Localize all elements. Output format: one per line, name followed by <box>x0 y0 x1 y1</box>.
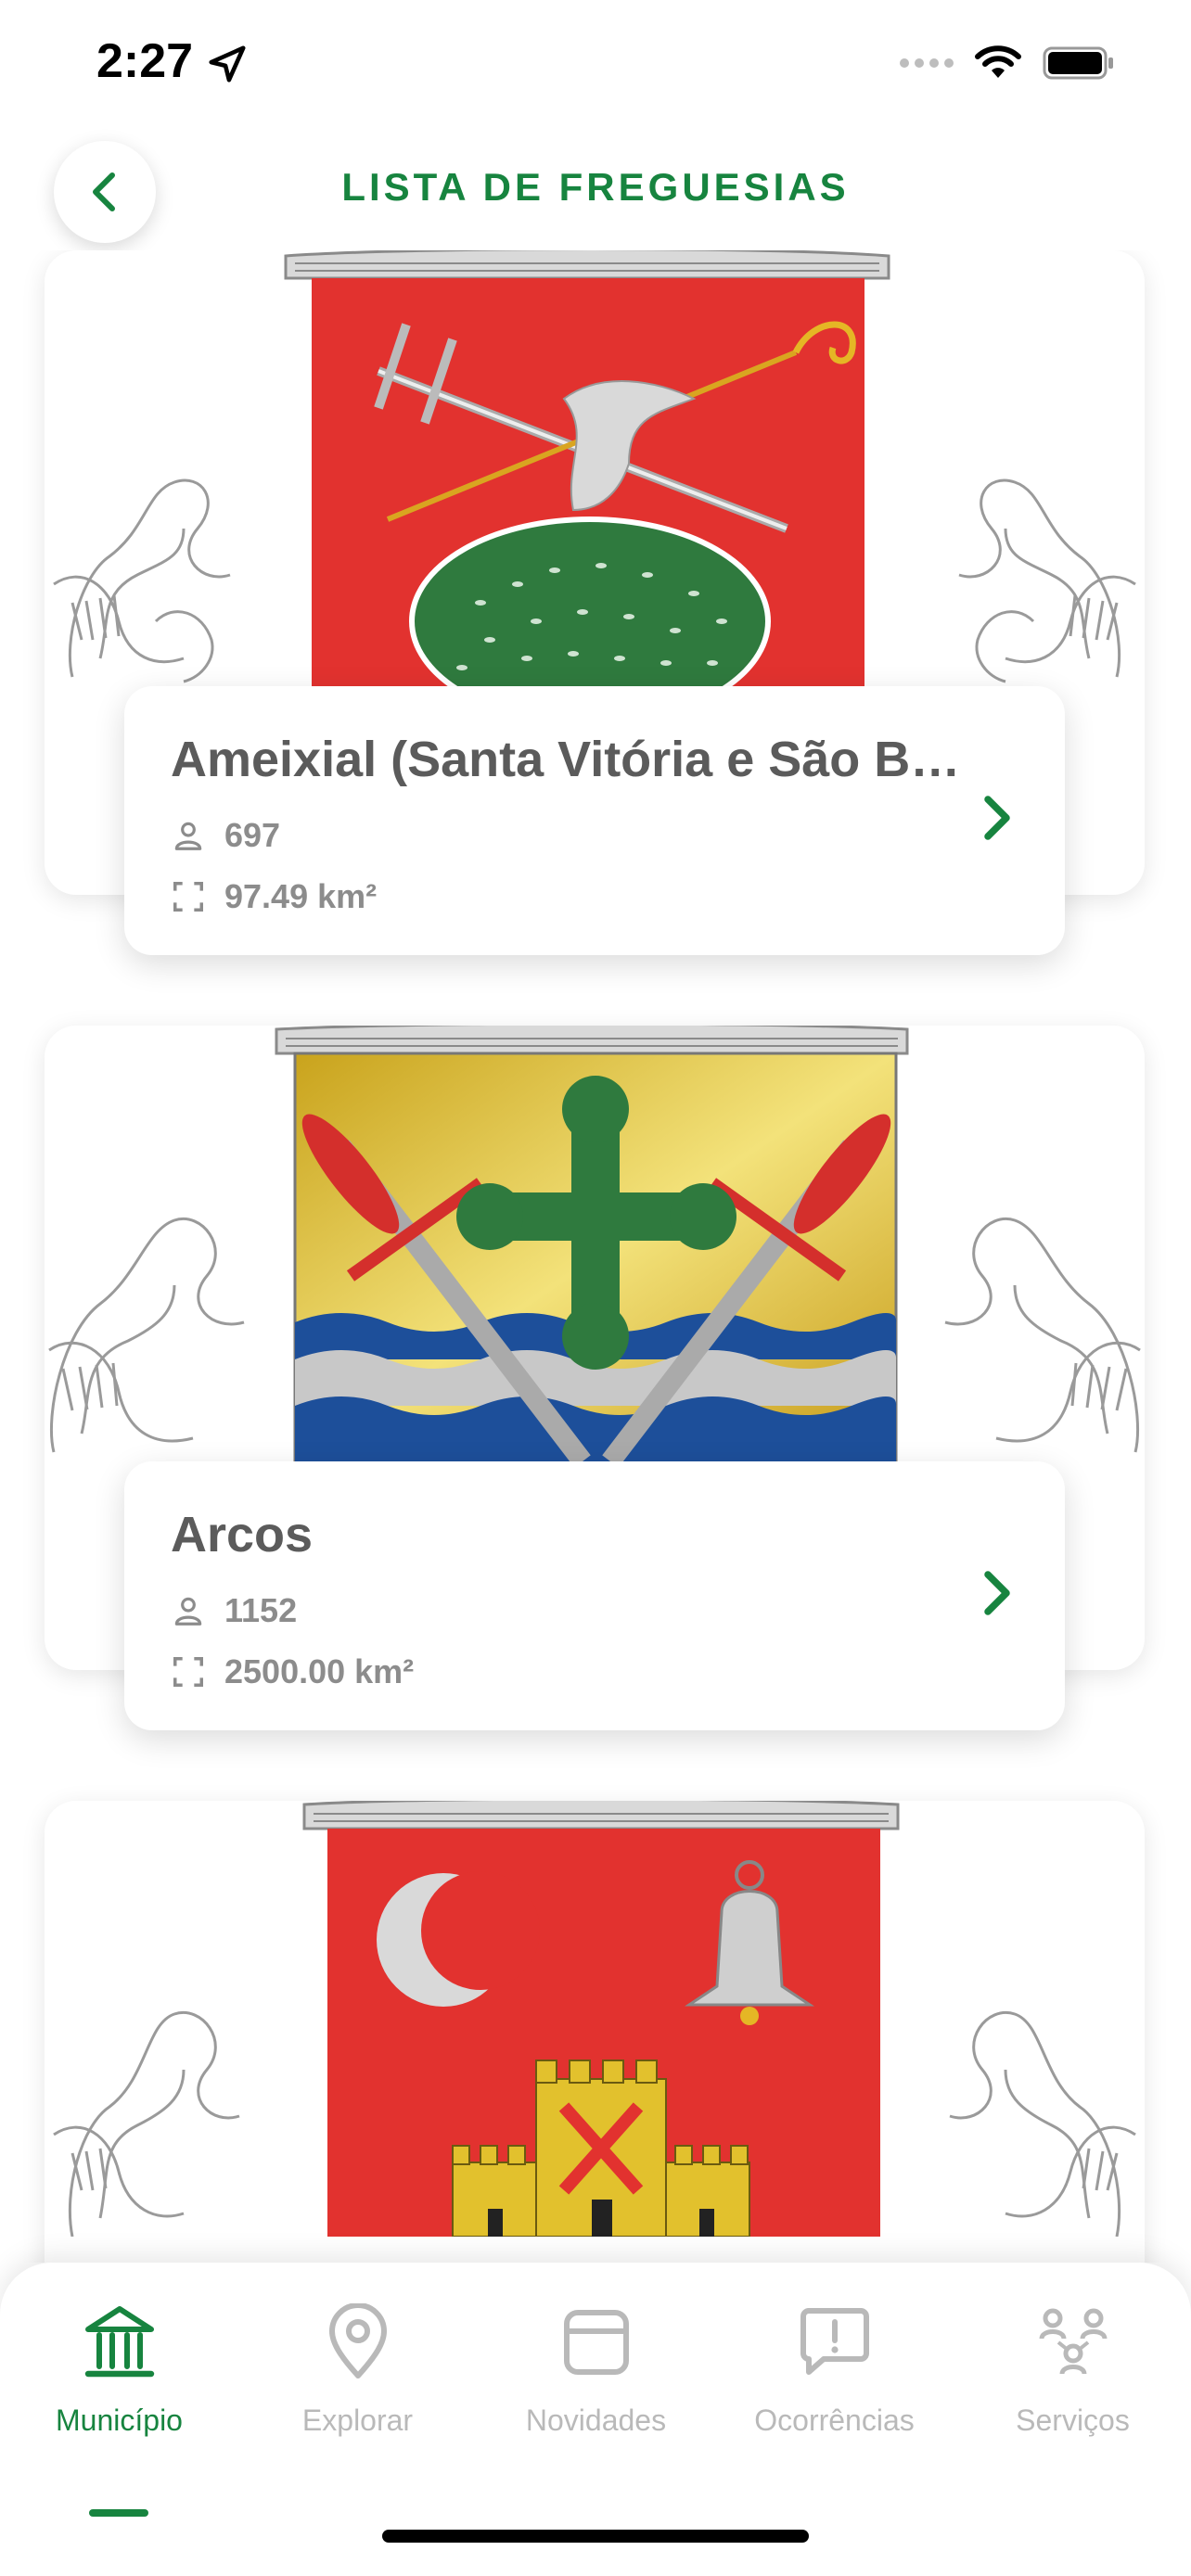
tab-label: Município <box>56 2404 183 2437</box>
tab-explorar[interactable]: Explorar <box>238 2303 477 2489</box>
map-pin-icon <box>328 2303 387 2378</box>
person-icon <box>174 822 202 850</box>
tab-label: Serviços <box>1016 2404 1130 2437</box>
tab-label: Explorar <box>301 2404 414 2437</box>
freguesia-list[interactable]: Ameixial (Santa Vitória e São Bento) 697… <box>0 250 1191 2263</box>
page-title: LISTA DE FREGUESIAS <box>341 165 850 209</box>
tab-servicos[interactable]: Serviços <box>954 2303 1191 2489</box>
tab-municipio[interactable]: Município <box>0 2303 238 2517</box>
freguesia-info-card[interactable]: Arcos 1152 2500.00 km² <box>124 1461 1065 1730</box>
header: LISTA DE FREGUESIAS <box>0 130 1191 250</box>
population-value: 1152 <box>224 1591 298 1629</box>
chevron-right-icon <box>984 796 1010 840</box>
freguesia-name: Ameixial (Santa Vitória e São Bento) <box>171 732 968 787</box>
person-icon <box>174 1597 202 1626</box>
area-frame-icon <box>173 1657 203 1687</box>
signal-dots-icon <box>900 58 954 68</box>
coat-of-arms-image[interactable] <box>45 1801 1145 2263</box>
area-row: 2500.00 km² <box>171 1652 414 1691</box>
population-row: 697 <box>171 816 280 855</box>
status-bar: 2:27 <box>0 0 1191 130</box>
municipality-building-icon <box>84 2306 154 2378</box>
coat-of-arms-icon <box>53 250 1136 686</box>
news-card-icon <box>563 2310 629 2375</box>
tab-ocorrencias[interactable]: Ocorrências <box>715 2303 954 2489</box>
list-item[interactable] <box>0 1801 1191 2263</box>
population-value: 697 <box>224 816 281 854</box>
tab-novidades[interactable]: Novidades <box>477 2303 715 2489</box>
location-arrow-icon <box>209 45 246 83</box>
active-tab-indicator <box>89 2509 148 2517</box>
list-item[interactable]: Arcos 1152 2500.00 km² <box>0 1026 1191 1777</box>
status-time: 2:27 <box>96 34 194 88</box>
population-row: 1152 <box>171 1591 297 1630</box>
tab-label: Novidades <box>525 2404 667 2437</box>
area-row: 97.49 km² <box>171 877 377 916</box>
area-value: 2500.00 km² <box>224 1652 415 1690</box>
alert-bubble-icon <box>800 2308 869 2375</box>
freguesia-info-card[interactable]: Ameixial (Santa Vitória e São Bento) 697… <box>124 686 1065 955</box>
list-item[interactable]: Ameixial (Santa Vitória e São Bento) 697… <box>0 250 1191 1001</box>
coat-of-arms-icon <box>48 1026 1141 1461</box>
people-network-icon <box>1039 2308 1107 2375</box>
coat-of-arms-icon <box>53 1801 1136 2237</box>
chevron-right-icon <box>984 1571 1010 1615</box>
home-indicator[interactable] <box>382 2530 809 2543</box>
wifi-icon <box>975 45 1021 78</box>
battery-icon <box>1043 46 1113 80</box>
status-icons <box>900 45 1117 82</box>
area-frame-icon <box>173 882 203 912</box>
tab-label: Ocorrências <box>754 2404 915 2437</box>
freguesia-name: Arcos <box>171 1507 314 1562</box>
area-value: 97.49 km² <box>224 877 378 915</box>
